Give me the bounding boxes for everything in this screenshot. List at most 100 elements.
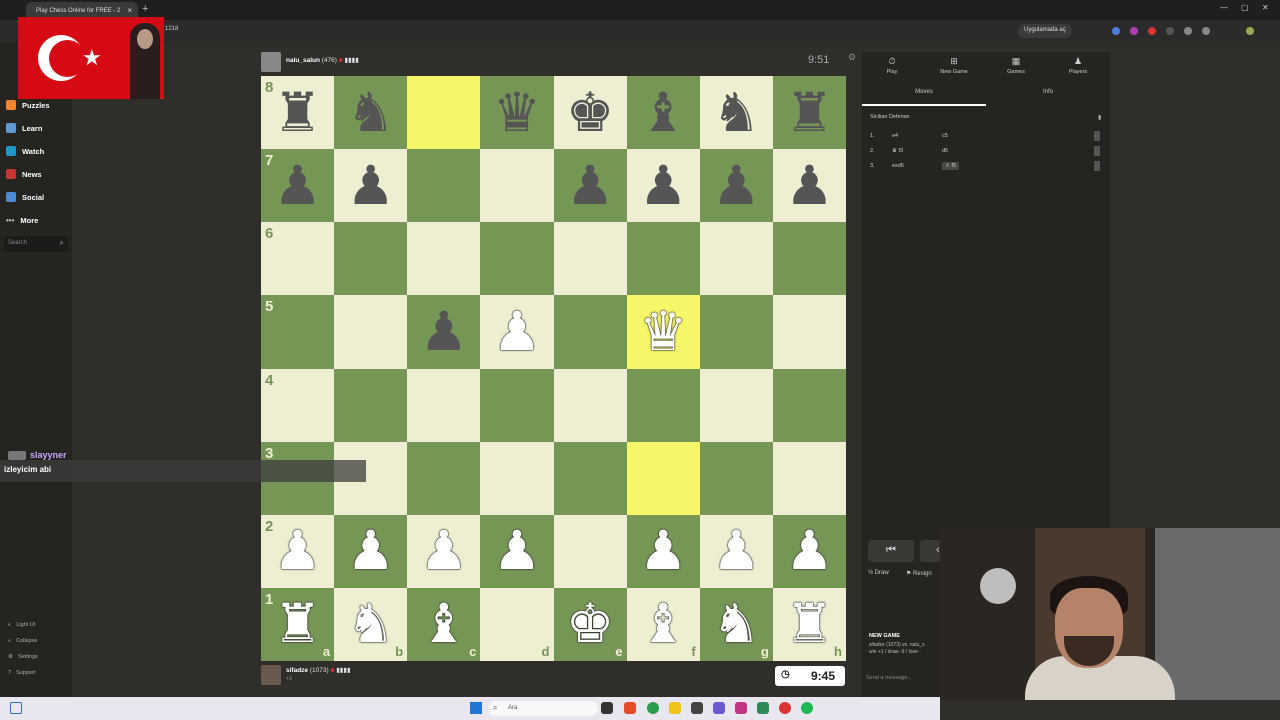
extension-icon[interactable] (1202, 27, 1210, 35)
black-pawn-icon[interactable]: ♟ (407, 295, 480, 368)
draw-button[interactable]: ½ Draw (868, 570, 889, 576)
first-move-button[interactable]: ⏮ (868, 540, 914, 562)
tab-new-game[interactable]: ⊞ New Game (924, 56, 984, 75)
nav-item-social[interactable]: Social (6, 189, 44, 205)
black-knight-icon[interactable]: ♞ (334, 76, 407, 149)
square-d7[interactable] (480, 149, 554, 223)
app-icon[interactable] (691, 702, 703, 714)
nav-item-more[interactable]: ••• More (6, 212, 38, 228)
black-rook-icon[interactable]: ♜ (261, 76, 334, 149)
resign-button[interactable]: ⚑ Resign (906, 570, 932, 577)
opening-name[interactable]: Sicilian Defense (870, 114, 909, 120)
square-d3[interactable] (480, 441, 554, 515)
black-move[interactable]: c5 (942, 133, 948, 139)
extension-icon[interactable] (1148, 27, 1156, 35)
white-pawn-icon[interactable]: ♟ (334, 515, 407, 588)
black-rook-icon[interactable]: ♜ (773, 76, 846, 149)
extension-icon[interactable] (1112, 27, 1120, 35)
open-in-app-button[interactable]: Uygulamada aç (1018, 24, 1072, 38)
white-move[interactable]: exd5 (892, 163, 904, 169)
square-e5[interactable] (553, 295, 627, 369)
prev-move-button[interactable]: ‹ (920, 540, 940, 562)
windows-start-icon[interactable] (470, 702, 482, 714)
nav-item-learn[interactable]: Learn (6, 120, 42, 136)
square-b5[interactable] (334, 295, 408, 369)
spotify-icon[interactable] (801, 702, 813, 714)
square-e2[interactable] (553, 514, 627, 588)
black-move[interactable]: d5 (942, 148, 948, 154)
black-pawn-icon[interactable]: ♟ (554, 149, 627, 222)
white-pawn-icon[interactable]: ♟ (261, 515, 334, 588)
taskview-icon[interactable] (601, 702, 613, 714)
square-f6[interactable] (626, 222, 700, 296)
square-a5[interactable]: 5 (261, 295, 335, 369)
black-knight-icon[interactable]: ♞ (700, 76, 773, 149)
tab-play[interactable]: ⏱ Play (862, 56, 922, 75)
white-queen-icon[interactable]: ♛ (627, 295, 700, 368)
black-pawn-icon[interactable]: ♟ (334, 149, 407, 222)
taskbar-search[interactable]: ⌕ Ara (488, 701, 598, 716)
white-pawn-icon[interactable]: ♟ (627, 515, 700, 588)
black-pawn-icon[interactable]: ♟ (261, 149, 334, 222)
white-king-icon[interactable]: ♚ (554, 588, 627, 661)
subtab-moves[interactable]: Moves (862, 89, 986, 95)
subtab-info[interactable]: Info (986, 89, 1110, 95)
square-d1[interactable]: d (480, 587, 554, 661)
collapse-link[interactable]: « Collapse (8, 638, 37, 644)
extension-icon[interactable] (1130, 27, 1138, 35)
square-h4[interactable] (772, 368, 846, 442)
chrome-icon[interactable] (647, 702, 659, 714)
square-g3[interactable] (699, 441, 773, 515)
square-d6[interactable] (480, 222, 554, 296)
extension-icon[interactable] (1184, 27, 1192, 35)
white-pawn-icon[interactable]: ♟ (480, 515, 553, 588)
profile-avatar[interactable] (1246, 27, 1254, 35)
black-pawn-icon[interactable]: ♟ (773, 149, 846, 222)
square-c7[interactable] (407, 149, 481, 223)
white-rook-icon[interactable]: ♜ (773, 588, 846, 661)
white-knight-icon[interactable]: ♞ (700, 588, 773, 661)
tab-players[interactable]: ♟ Players (1048, 56, 1108, 75)
widgets-icon[interactable] (10, 702, 22, 714)
book-icon[interactable]: ▮ (1098, 114, 1101, 121)
app-icon[interactable] (757, 702, 769, 714)
square-h3[interactable] (772, 441, 846, 515)
black-move-current[interactable]: ♗ f5 (942, 162, 960, 170)
square-h6[interactable] (772, 222, 846, 296)
app-icon[interactable] (713, 702, 725, 714)
white-pawn-icon[interactable]: ♟ (480, 295, 553, 368)
square-b4[interactable] (334, 368, 408, 442)
chat-message-input[interactable]: Send a message... (862, 672, 942, 686)
folder-icon[interactable] (669, 702, 681, 714)
square-f4[interactable] (626, 368, 700, 442)
nav-item-puzzles[interactable]: Puzzles (6, 97, 50, 113)
square-c3[interactable] (407, 441, 481, 515)
app-icon[interactable] (624, 702, 636, 714)
extension-icon[interactable] (1166, 27, 1174, 35)
white-bishop-icon[interactable]: ♝ (407, 588, 480, 661)
square-e3[interactable] (553, 441, 627, 515)
square-c4[interactable] (407, 368, 481, 442)
close-icon[interactable]: × (127, 6, 132, 15)
black-pawn-icon[interactable]: ♟ (700, 149, 773, 222)
address-bar[interactable]: 1218 Uygulamada aç (0, 20, 1280, 42)
support-link[interactable]: ? Support (8, 670, 35, 676)
window-close-icon[interactable]: ✕ (1262, 3, 1269, 12)
square-e4[interactable] (553, 368, 627, 442)
square-f3[interactable] (626, 441, 700, 515)
white-pawn-icon[interactable]: ♟ (700, 515, 773, 588)
top-player-name[interactable]: nalu_salun (476) ■ ▮▮▮▮ (286, 56, 359, 64)
white-move[interactable]: ♛ f3 (892, 148, 903, 154)
bottom-player-name[interactable]: sifadze (1073) ■ ▮▮▮▮ (286, 666, 351, 674)
white-move[interactable]: e4 (892, 133, 898, 139)
square-h5[interactable] (772, 295, 846, 369)
square-g5[interactable] (699, 295, 773, 369)
black-king-icon[interactable]: ♚ (554, 76, 627, 149)
square-c8[interactable] (407, 76, 481, 150)
square-d4[interactable] (480, 368, 554, 442)
light-ui-link[interactable]: ◐ Light UI (8, 622, 35, 628)
maximize-icon[interactable]: ▢ (1241, 3, 1249, 12)
app-icon[interactable] (779, 702, 791, 714)
avatar[interactable] (261, 52, 281, 72)
new-tab-icon[interactable]: + (142, 3, 148, 15)
